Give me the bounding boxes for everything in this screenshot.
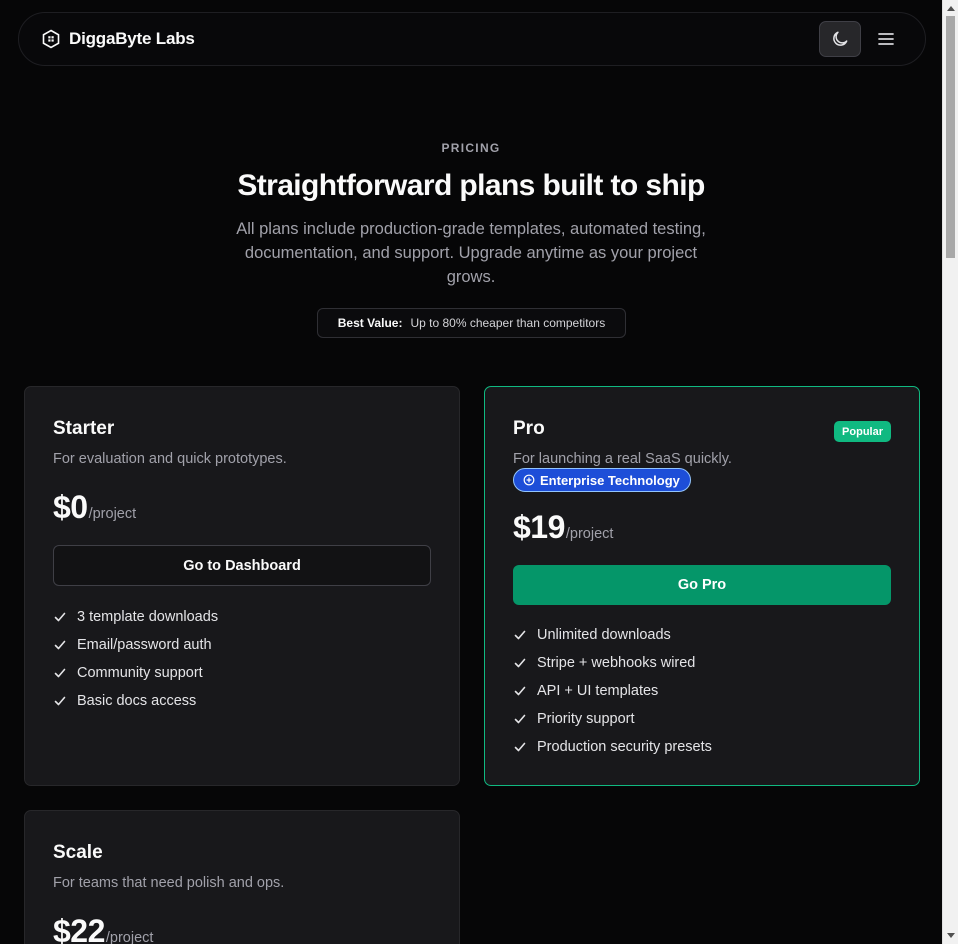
best-value-text: Up to 80% cheaper than competitors — [410, 316, 606, 330]
vertical-scrollbar[interactable] — [942, 0, 958, 944]
feature-item: API + UI templates — [513, 677, 712, 705]
circle-plus-icon — [523, 474, 535, 486]
section-eyebrow: PRICING — [441, 141, 501, 155]
go-to-dashboard-button[interactable]: Go to Dashboard — [53, 545, 431, 586]
plan-description: For evaluation and quick prototypes. — [53, 451, 287, 467]
plan-name: Scale — [53, 842, 103, 863]
feature-text: Community support — [77, 665, 203, 681]
plan-price: $0 /project — [53, 489, 136, 526]
pricing-page: DiggaByte Labs PRICING Straightforward p… — [0, 0, 958, 944]
feature-item: 3 template downloads — [53, 603, 218, 631]
plan-card-starter: Starter For evaluation and quick prototy… — [24, 386, 460, 786]
brand-logo-link[interactable]: DiggaByte Labs — [41, 29, 195, 49]
check-icon — [514, 714, 526, 724]
scroll-down-arrow-icon[interactable] — [947, 933, 955, 938]
hamburger-menu-icon — [878, 33, 894, 45]
enterprise-technology-tag[interactable]: Enterprise Technology — [513, 468, 691, 492]
feature-text: API + UI templates — [537, 683, 659, 699]
best-value-label: Best Value: — [337, 316, 403, 330]
menu-button[interactable] — [875, 23, 897, 55]
plan-name: Pro — [513, 418, 545, 439]
check-icon — [54, 612, 66, 622]
feature-text: Stripe + webhooks wired — [537, 655, 696, 671]
check-icon — [54, 640, 66, 650]
price-unit: /project — [565, 526, 614, 542]
feature-item: Community support — [53, 659, 218, 687]
feature-text: 3 template downloads — [77, 609, 219, 625]
feature-list: Unlimited downloads Stripe + webhooks wi… — [513, 621, 712, 761]
feature-text: Priority support — [537, 711, 635, 727]
check-icon — [514, 630, 526, 640]
feature-text: Unlimited downloads — [537, 627, 671, 643]
price-unit: /project — [88, 506, 137, 522]
feature-text: Basic docs access — [77, 693, 197, 709]
popular-badge: Popular — [834, 421, 891, 442]
theme-toggle-button[interactable] — [819, 21, 861, 57]
check-icon — [514, 742, 526, 752]
check-icon — [514, 658, 526, 668]
feature-text: Email/password auth — [77, 637, 212, 653]
plan-card-pro: Pro Popular For launching a real SaaS qu… — [484, 386, 920, 786]
site-header: DiggaByte Labs — [18, 12, 926, 66]
plan-description: For launching a real SaaS quickly. — [513, 451, 732, 467]
plan-description: For teams that need polish and ops. — [53, 875, 285, 891]
moon-icon — [833, 31, 848, 46]
feature-item: Production security presets — [513, 733, 712, 761]
feature-item: Basic docs access — [53, 687, 218, 715]
scroll-up-arrow-icon[interactable] — [947, 6, 955, 11]
plan-name: Starter — [53, 418, 115, 439]
check-icon — [514, 686, 526, 696]
go-pro-button[interactable]: Go Pro — [513, 565, 891, 605]
brand-name: DiggaByte Labs — [69, 29, 195, 48]
price-unit: /project — [105, 930, 154, 944]
page-title: Straightforward plans built to ship — [237, 169, 705, 202]
best-value-badge: Best Value: Up to 80% cheaper than compe… — [317, 308, 626, 338]
price-amount: $19 — [513, 509, 565, 545]
feature-item: Stripe + webhooks wired — [513, 649, 712, 677]
hexagon-logo-icon — [42, 29, 60, 49]
check-icon — [54, 696, 66, 706]
price-amount: $0 — [53, 489, 88, 525]
enterprise-tag-label: Enterprise Technology — [540, 472, 680, 488]
plan-price: $19 /project — [513, 509, 613, 546]
price-amount: $22 — [53, 913, 105, 944]
feature-item: Unlimited downloads — [513, 621, 712, 649]
plan-card-scale: Scale For teams that need polish and ops… — [24, 810, 460, 944]
feature-item: Priority support — [513, 705, 712, 733]
check-icon — [54, 668, 66, 678]
feature-list: 3 template downloads Email/password auth… — [53, 603, 218, 715]
plan-price: $22 /project — [53, 913, 153, 944]
scrollbar-thumb[interactable] — [946, 16, 955, 258]
page-subtitle: All plans include production-grade templ… — [236, 220, 706, 286]
feature-text: Production security presets — [537, 739, 712, 755]
feature-item: Email/password auth — [53, 631, 218, 659]
